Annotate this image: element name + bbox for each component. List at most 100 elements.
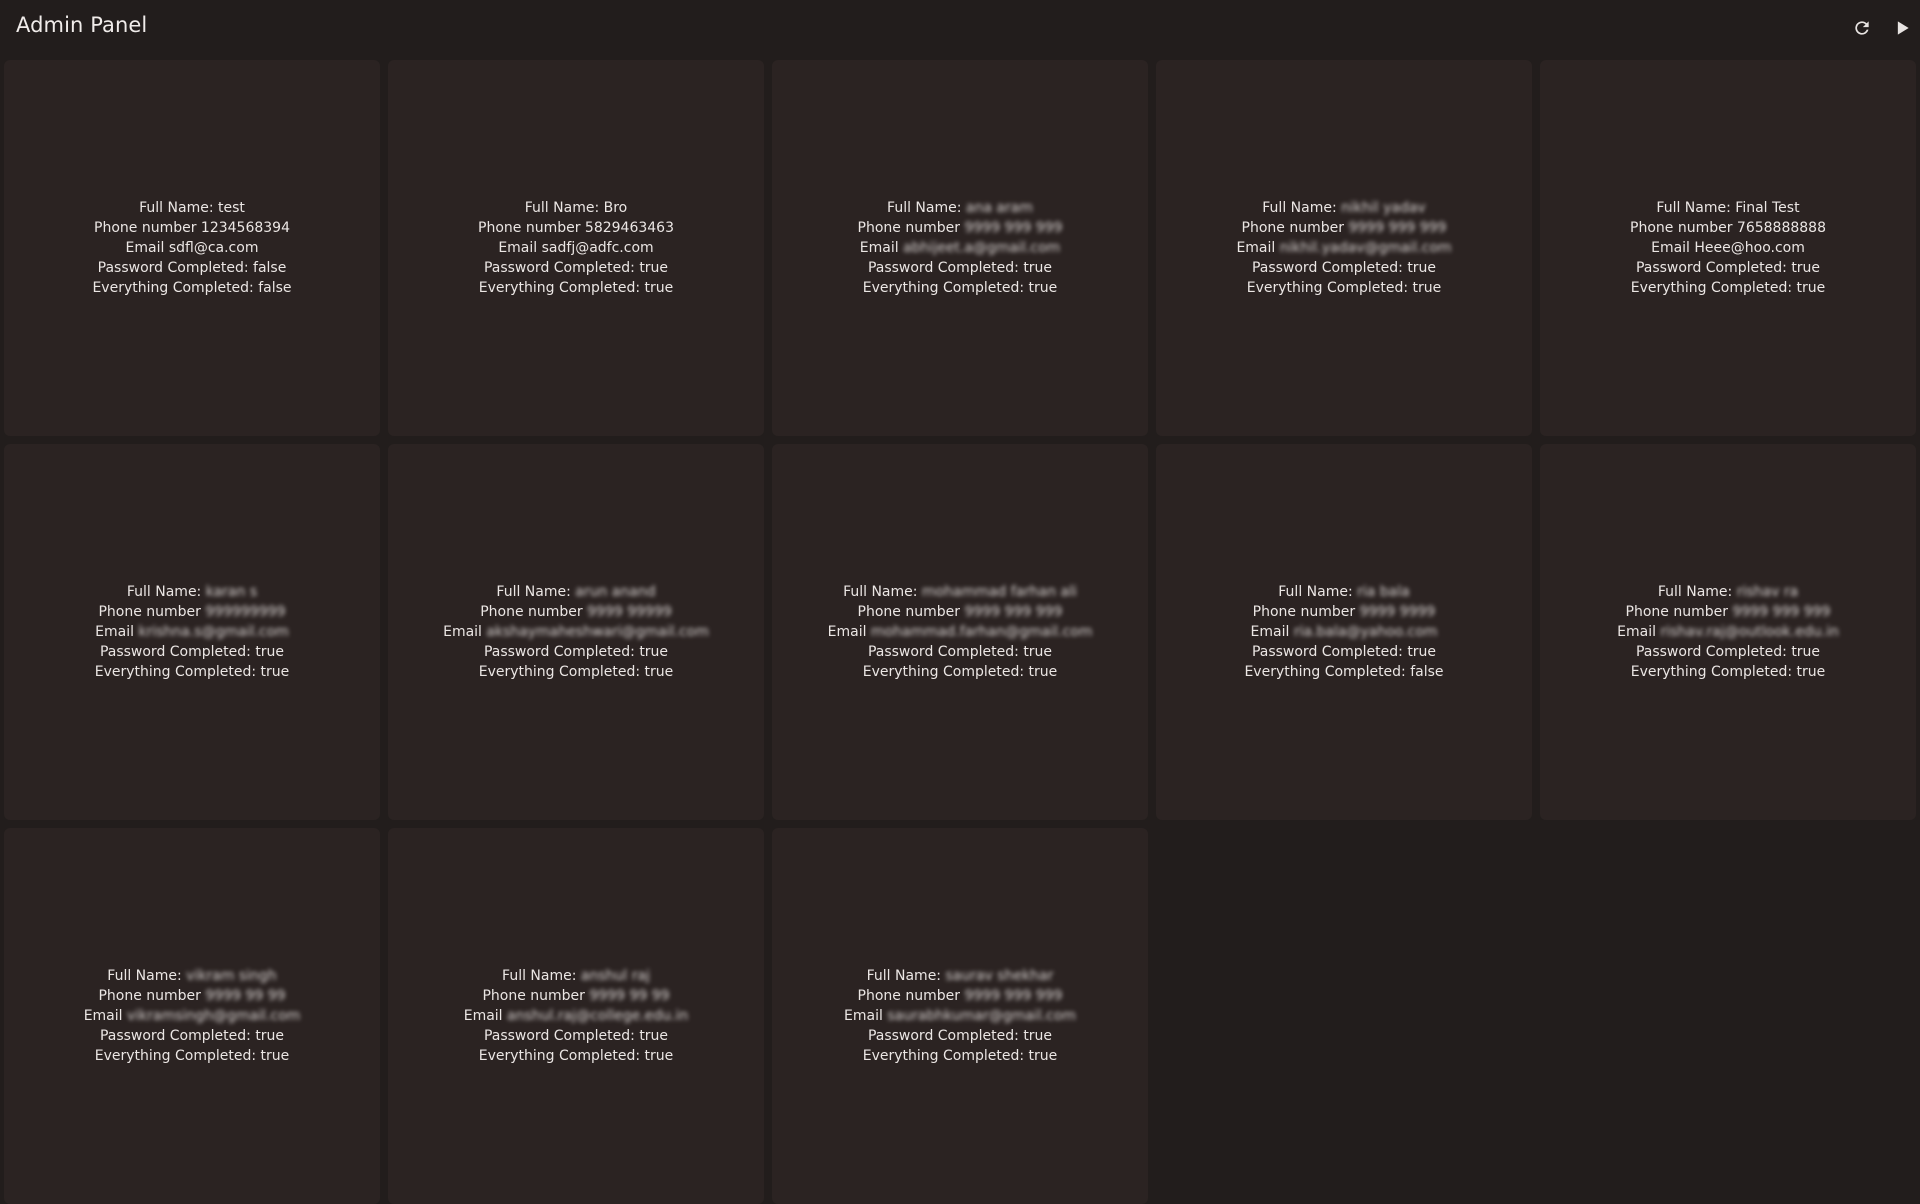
full-name-row-label: Full Name:	[139, 200, 218, 216]
phone-row-value: 999999999	[205, 604, 286, 620]
user-card[interactable]: Full Name: arun anand Phone number 9999 9…	[388, 444, 764, 820]
email-row: Email ria.bala@yahoo.com	[1251, 622, 1438, 642]
everything-completed-row-value: false	[258, 280, 292, 296]
email-row-label: Email	[827, 624, 871, 640]
password-completed-row-label: Password Completed:	[1635, 644, 1792, 660]
user-card[interactable]: Full Name: Final Test Phone number 765888…	[1540, 60, 1916, 436]
full-name-row: Full Name: Final Test	[1656, 198, 1799, 218]
everything-completed-row: Everything Completed: false	[92, 278, 291, 298]
password-completed-row: Password Completed: true	[868, 642, 1052, 662]
full-name-row-value: rishav ra	[1736, 584, 1799, 600]
password-completed-row: Password Completed: true	[1252, 642, 1436, 662]
phone-row: Phone number 9999 99 99	[98, 986, 285, 1006]
everything-completed-row-value: true	[644, 664, 674, 680]
password-completed-row-value: true	[1023, 260, 1053, 276]
user-card[interactable]: Full Name: ana aram Phone number 9999 999…	[772, 60, 1148, 436]
full-name-row: Full Name: arun anand	[496, 582, 655, 602]
everything-completed-row-value: true	[1796, 664, 1826, 680]
password-completed-row-value: true	[1791, 260, 1821, 276]
password-completed-row: Password Completed: true	[484, 258, 668, 278]
user-card[interactable]: Full Name: mohammad farhan ali Phone numb…	[772, 444, 1148, 820]
phone-row: Phone number 9999 999 999	[858, 986, 1063, 1006]
user-card[interactable]: Full Name: test Phone number 1234568394 Em…	[4, 60, 380, 436]
user-card[interactable]: Full Name: karan s Phone number 999999999…	[4, 444, 380, 820]
everything-completed-row: Everything Completed: true	[95, 1046, 290, 1066]
password-completed-row: Password Completed: true	[1636, 642, 1820, 662]
email-row: Email krishna.s@gmail.com	[95, 622, 289, 642]
everything-completed-row: Everything Completed: true	[863, 1046, 1058, 1066]
full-name-row: Full Name: vikram singh	[107, 966, 276, 986]
email-row: Email mohammad.farhan@gmail.com	[828, 622, 1093, 642]
phone-row-label: Phone number	[1630, 220, 1737, 236]
everything-completed-row: Everything Completed: true	[479, 278, 674, 298]
email-row-label: Email	[1651, 240, 1695, 256]
everything-completed-row-value: true	[644, 280, 674, 296]
phone-row-value: 7658888888	[1736, 220, 1826, 236]
user-card[interactable]: Full Name: ria bala Phone number 9999 999…	[1156, 444, 1532, 820]
email-row: Email rishav.raj@outlook.edu.in	[1617, 622, 1839, 642]
email-row: Email sadfj@adfc.com	[498, 238, 653, 258]
user-card[interactable]: Full Name: vikram singh Phone number 9999…	[4, 828, 380, 1204]
everything-completed-row: Everything Completed: true	[1247, 278, 1442, 298]
everything-completed-row: Everything Completed: true	[1631, 278, 1826, 298]
user-card[interactable]: Full Name: saurav shekhar Phone number 99…	[772, 828, 1148, 1204]
full-name-row: Full Name: Bro	[525, 198, 627, 218]
password-completed-row-value: true	[639, 1028, 669, 1044]
email-row-label: Email	[1250, 624, 1294, 640]
phone-row-value: 9999 999 999	[964, 220, 1063, 236]
full-name-row-label: Full Name:	[1656, 200, 1736, 216]
everything-completed-row-value: true	[1028, 1048, 1058, 1064]
phone-row-label: Phone number	[98, 604, 206, 620]
full-name-row-value: karan s	[205, 584, 258, 600]
everything-completed-row-label: Everything Completed:	[92, 280, 259, 296]
email-row-value: ria.bala@yahoo.com	[1293, 624, 1438, 640]
phone-row-label: Phone number	[1252, 604, 1360, 620]
user-card[interactable]: Full Name: nikhil yadav Phone number 9999…	[1156, 60, 1532, 436]
password-completed-row-label: Password Completed:	[483, 260, 640, 276]
everything-completed-row-value: false	[1410, 664, 1444, 680]
everything-completed-row: Everything Completed: true	[863, 278, 1058, 298]
password-completed-row-label: Password Completed:	[97, 260, 254, 276]
full-name-row-value: arun anand	[575, 584, 656, 600]
phone-row-value: 9999 99 99	[205, 988, 286, 1004]
email-row-label: Email	[844, 1008, 888, 1024]
full-name-row-label: Full Name:	[126, 584, 206, 600]
phone-row-value: 9999 999 999	[1348, 220, 1447, 236]
full-name-row-label: Full Name:	[107, 968, 187, 984]
everything-completed-row-value: true	[260, 664, 290, 680]
everything-completed-row-label: Everything Completed:	[1630, 280, 1797, 296]
everything-completed-row: Everything Completed: true	[479, 662, 674, 682]
password-completed-row-label: Password Completed:	[99, 644, 256, 660]
password-completed-row-value: true	[1791, 644, 1821, 660]
full-name-row: Full Name: saurav shekhar	[867, 966, 1054, 986]
phone-row-value: 9999 999 999	[1732, 604, 1831, 620]
user-card[interactable]: Full Name: Bro Phone number 5829463463 Ema…	[388, 60, 764, 436]
phone-row: Phone number 9999 9999	[1253, 602, 1436, 622]
phone-row-label: Phone number	[857, 988, 965, 1004]
play-button[interactable]	[1888, 14, 1916, 42]
refresh-button[interactable]	[1848, 14, 1876, 42]
phone-row: Phone number 9999 99 99	[482, 986, 669, 1006]
password-completed-row-label: Password Completed:	[483, 1028, 640, 1044]
full-name-row-value: mohammad farhan ali	[921, 584, 1077, 600]
user-card[interactable]: Full Name: rishav ra Phone number 9999 99…	[1540, 444, 1916, 820]
password-completed-row-value: true	[255, 1028, 285, 1044]
everything-completed-row-label: Everything Completed:	[1244, 664, 1411, 680]
email-row-label: Email	[463, 1008, 508, 1024]
email-row-value: anshul.raj@college.edu.in	[507, 1008, 689, 1024]
everything-completed-row: Everything Completed: true	[1631, 662, 1826, 682]
phone-row-label: Phone number	[478, 220, 585, 236]
phone-row-value: 9999 99999	[587, 604, 672, 620]
full-name-row-label: Full Name:	[887, 200, 966, 216]
password-completed-row-value: true	[1023, 644, 1053, 660]
phone-row-label: Phone number	[1241, 220, 1349, 236]
phone-row: Phone number 9999 999 999	[858, 218, 1063, 238]
phone-row-value: 5829463463	[584, 220, 674, 236]
user-card[interactable]: Full Name: anshul raj Phone number 9999 9…	[388, 828, 764, 1204]
email-row-label: Email	[83, 1008, 127, 1024]
password-completed-row: Password Completed: true	[1252, 258, 1436, 278]
full-name-row-value: anshul raj	[580, 968, 650, 984]
full-name-row-label: Full Name:	[843, 584, 922, 600]
phone-row-label: Phone number	[480, 604, 588, 620]
phone-row: Phone number 9999 999 999	[1626, 602, 1831, 622]
